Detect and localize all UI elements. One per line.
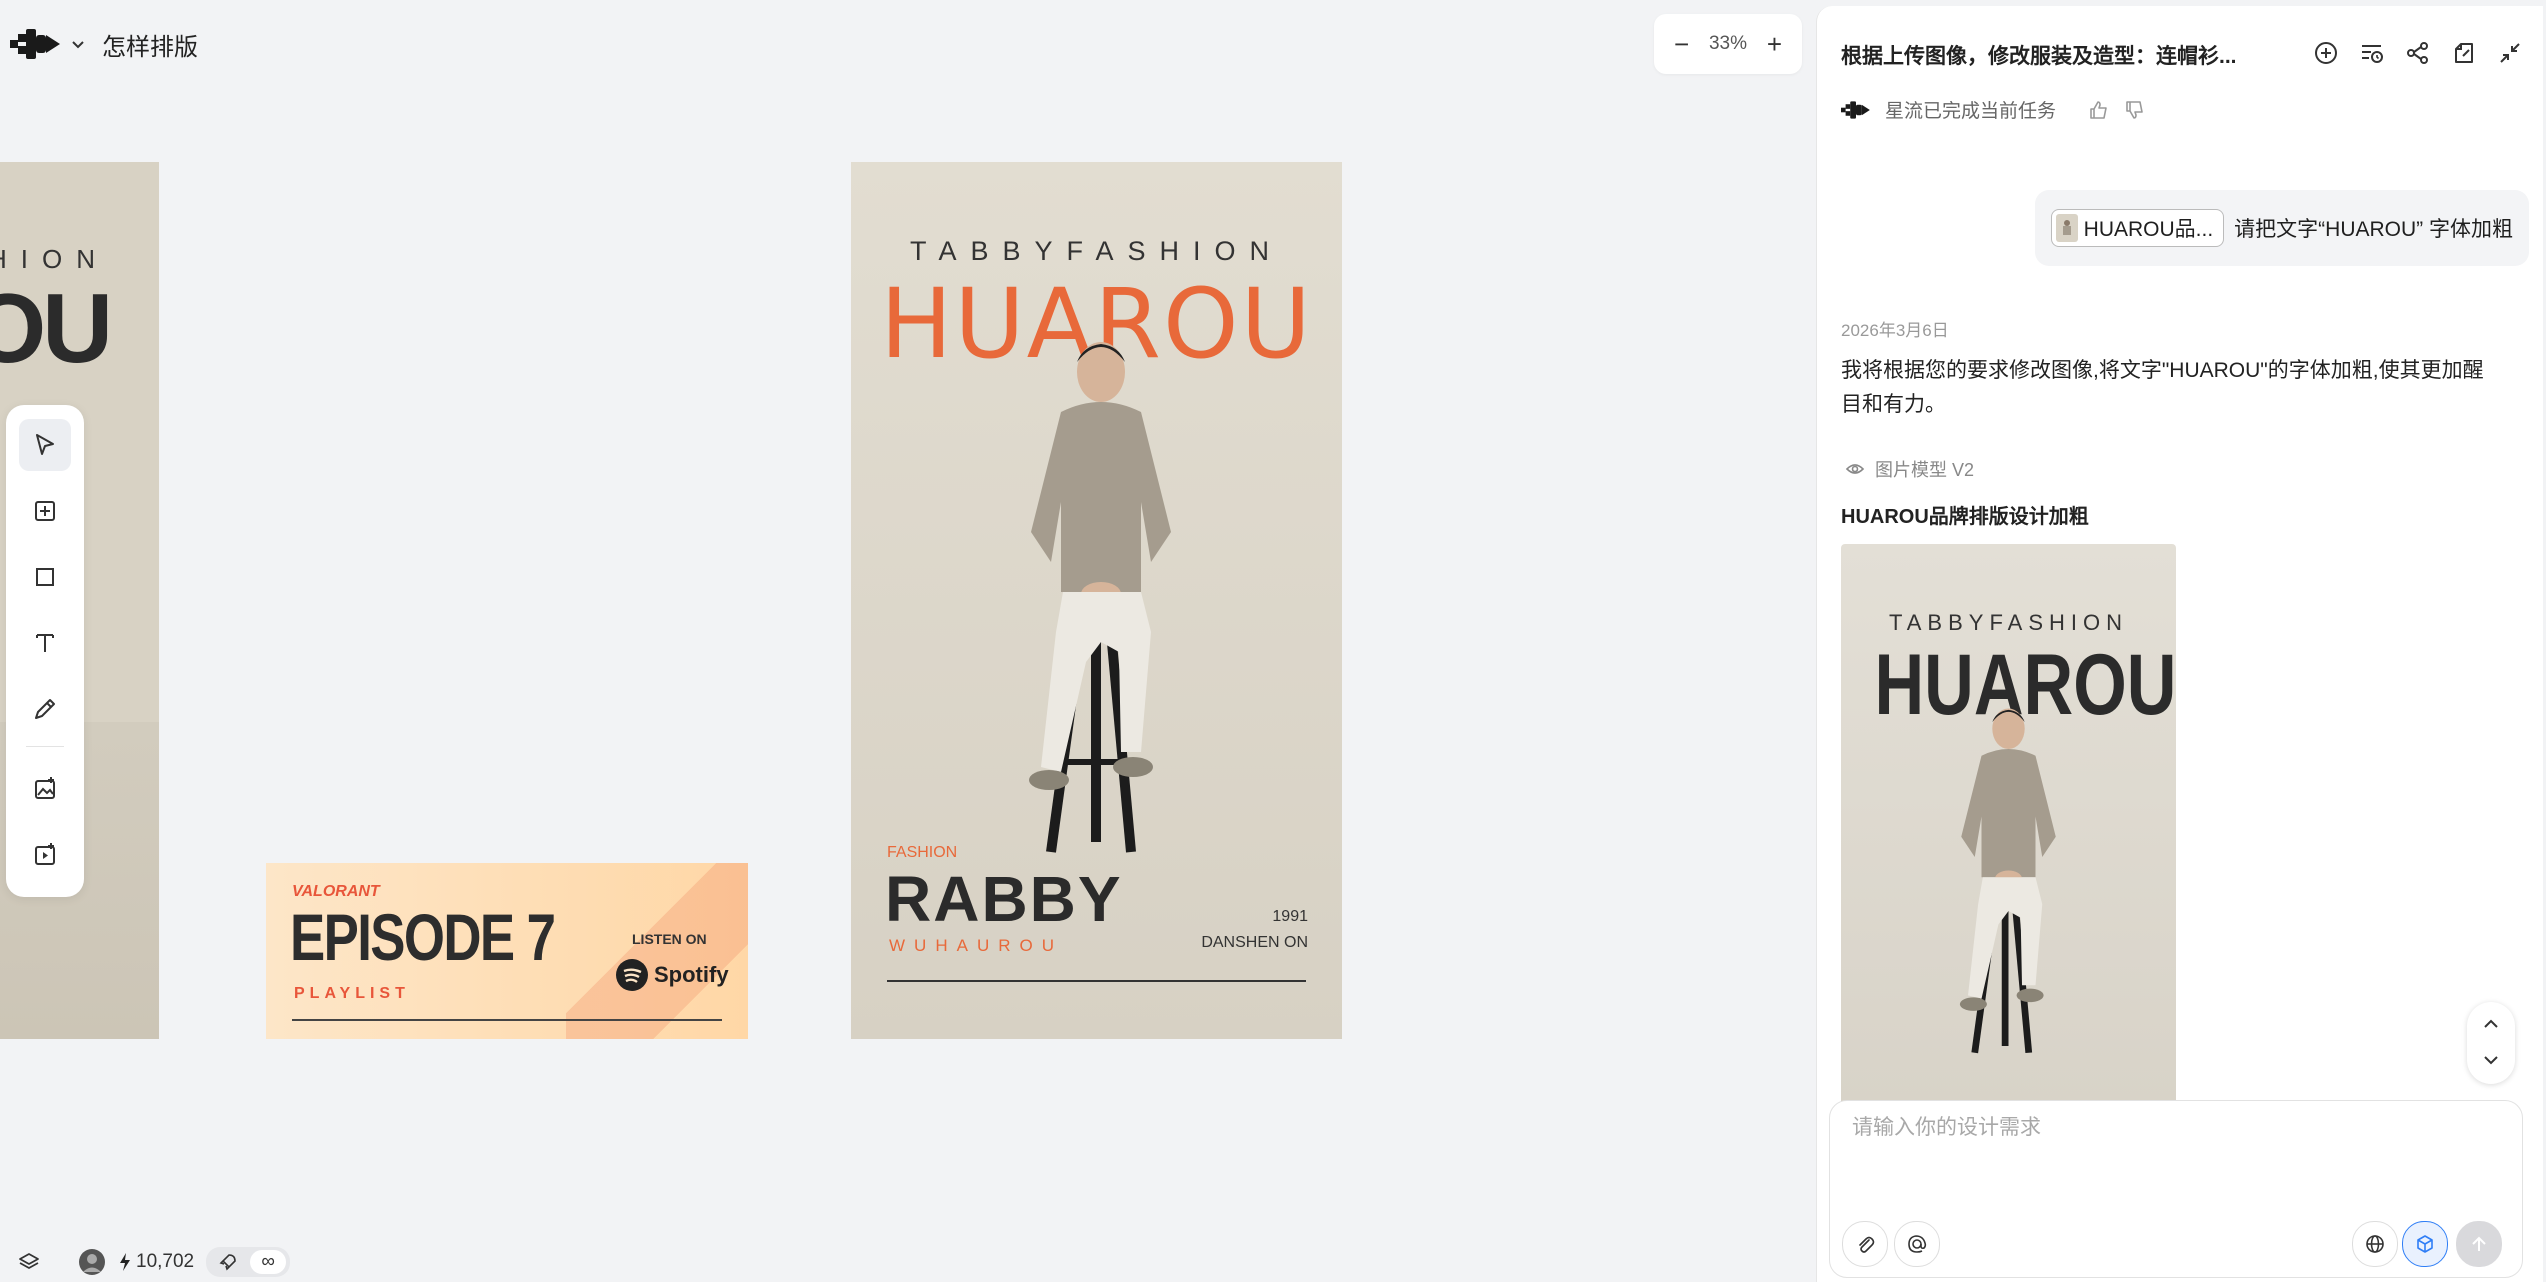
starflow-logo-icon bbox=[1841, 100, 1871, 119]
poster-main-sub: WUHAUROU bbox=[889, 936, 1063, 955]
assistant-reply: 我将根据您的要求修改图像,将文字"HUAROU"的字体加粗,使其更加醒目和有力。 bbox=[1841, 359, 2484, 416]
status-text: 星流已完成当前任务 bbox=[1885, 101, 2057, 122]
poster-main-divider bbox=[887, 980, 1306, 982]
model-toggle-button[interactable] bbox=[2402, 1221, 2448, 1267]
bottom-bar: 10,702 ∞ bbox=[18, 1247, 291, 1277]
attach-button[interactable] bbox=[1842, 1221, 1888, 1267]
chevron-down-icon[interactable] bbox=[70, 36, 86, 52]
task-status: 星流已完成当前任务 bbox=[1841, 96, 2146, 123]
zoom-control: − 33% + bbox=[1654, 14, 1802, 74]
poster-main-fashion: FASHION bbox=[887, 844, 958, 861]
scroll-controls bbox=[2467, 1002, 2515, 1084]
send-button[interactable] bbox=[2456, 1221, 2502, 1267]
zoom-out-button[interactable]: − bbox=[1674, 29, 1689, 60]
design-request-input[interactable] bbox=[1850, 1115, 2494, 1141]
text-icon[interactable] bbox=[19, 617, 71, 669]
poster-main-year: 1991 bbox=[1272, 908, 1308, 925]
avatar[interactable] bbox=[78, 1248, 106, 1276]
thumbs-down-icon[interactable] bbox=[2124, 99, 2146, 121]
add-frame-icon[interactable] bbox=[19, 485, 71, 537]
mention-button[interactable] bbox=[1894, 1221, 1940, 1267]
thumbnail-icon bbox=[2055, 214, 2078, 242]
thumbs-up-icon[interactable] bbox=[2088, 99, 2110, 121]
rectangle-icon[interactable] bbox=[19, 551, 71, 603]
model-label: 图片模型 V2 bbox=[1845, 456, 1974, 482]
select-pointer-icon[interactable] bbox=[19, 419, 71, 471]
chevron-down-icon[interactable] bbox=[2481, 1050, 2501, 1070]
model-figure-image bbox=[1029, 342, 1171, 853]
banner-spotify: Spotify bbox=[654, 962, 729, 987]
layers-icon[interactable] bbox=[18, 1251, 40, 1273]
result-title: HUAROU品牌排版设计加粗 bbox=[1841, 506, 2089, 528]
user-message-text: 请把文字“HUAROU” 字体加粗 bbox=[2234, 218, 2513, 241]
left-toolbar bbox=[6, 405, 84, 897]
image-generate-icon[interactable] bbox=[19, 763, 71, 815]
collapse-icon[interactable] bbox=[2497, 40, 2523, 66]
arrow-up-icon bbox=[2468, 1233, 2490, 1255]
chat-panel: 根据上传图像，修改服装及造型：连帽衫... 星流已完成当前任务 HUAROU品.… bbox=[1816, 6, 2543, 1282]
video-generate-icon[interactable] bbox=[19, 829, 71, 881]
starflow-logo-icon[interactable] bbox=[10, 29, 62, 59]
spotify-icon bbox=[616, 959, 648, 991]
web-search-button[interactable] bbox=[2352, 1221, 2398, 1267]
result-model-figure bbox=[1959, 708, 2056, 1054]
banner-title: EPISODE 7 bbox=[290, 900, 556, 974]
mode-toggle: ∞ bbox=[206, 1247, 291, 1277]
canvas-poster-main[interactable]: TABBYFASHION HUAROU FASHION RABBY WUHAUR… bbox=[851, 162, 1342, 1039]
at-icon bbox=[1906, 1233, 1928, 1255]
pen-icon[interactable] bbox=[19, 683, 71, 735]
lightning-icon bbox=[118, 1252, 132, 1272]
history-icon[interactable] bbox=[2359, 40, 2385, 66]
eye-icon bbox=[1845, 459, 1865, 479]
banner-divider bbox=[292, 1019, 722, 1021]
chevron-up-icon[interactable] bbox=[2481, 1014, 2501, 1034]
infinity-toggle[interactable]: ∞ bbox=[250, 1250, 287, 1274]
zoom-in-button[interactable]: + bbox=[1767, 29, 1782, 60]
poster-main-tag: DANSHEN ON bbox=[1201, 934, 1308, 951]
image-reference-chip[interactable]: HUAROU品... bbox=[2050, 209, 2225, 247]
banner-sub: PLAYLIST bbox=[294, 985, 410, 1002]
rocket-icon[interactable] bbox=[210, 1250, 246, 1274]
project-title[interactable]: 怎样排版 bbox=[102, 27, 198, 62]
paperclip-icon bbox=[1854, 1233, 1876, 1255]
poster-main-top-text: TABBYFASHION bbox=[909, 236, 1284, 266]
poster-left-big-text: OU bbox=[0, 273, 113, 383]
chip-label: HUAROU品... bbox=[2083, 218, 2214, 241]
cube-icon bbox=[2414, 1233, 2436, 1255]
export-icon[interactable] bbox=[2451, 40, 2477, 66]
toolbar-divider bbox=[26, 746, 64, 747]
chat-title: 根据上传图像，修改服装及造型：连帽衫... bbox=[1841, 45, 2237, 68]
result-image[interactable]: TABBYFASHION HUAROU bbox=[1841, 544, 2176, 1106]
credits-count: 10,702 bbox=[136, 1251, 195, 1272]
zoom-level[interactable]: 33% bbox=[1709, 33, 1747, 55]
new-chat-icon[interactable] bbox=[2313, 40, 2339, 66]
globe-icon bbox=[2364, 1233, 2386, 1255]
chat-input-box bbox=[1829, 1100, 2523, 1278]
user-message: HUAROU品... 请把文字“HUAROU” 字体加粗 bbox=[2034, 190, 2529, 266]
chat-header-actions bbox=[2313, 40, 2523, 66]
poster-main-rabby: RABBY bbox=[885, 863, 1123, 935]
canvas-banner[interactable]: VALORANT EPISODE 7 PLAYLIST LISTEN ON Sp… bbox=[266, 863, 748, 1039]
share-icon[interactable] bbox=[2405, 40, 2431, 66]
message-date: 2026年3月6日 bbox=[1841, 321, 1949, 340]
model-name: 图片模型 V2 bbox=[1875, 460, 1975, 480]
banner-listen: LISTEN ON bbox=[632, 931, 707, 947]
brand-header: 怎样排版 bbox=[10, 24, 198, 64]
result-image-top-text: TABBYFASHION bbox=[1888, 610, 2129, 635]
poster-left-top-text: HION bbox=[0, 244, 109, 274]
